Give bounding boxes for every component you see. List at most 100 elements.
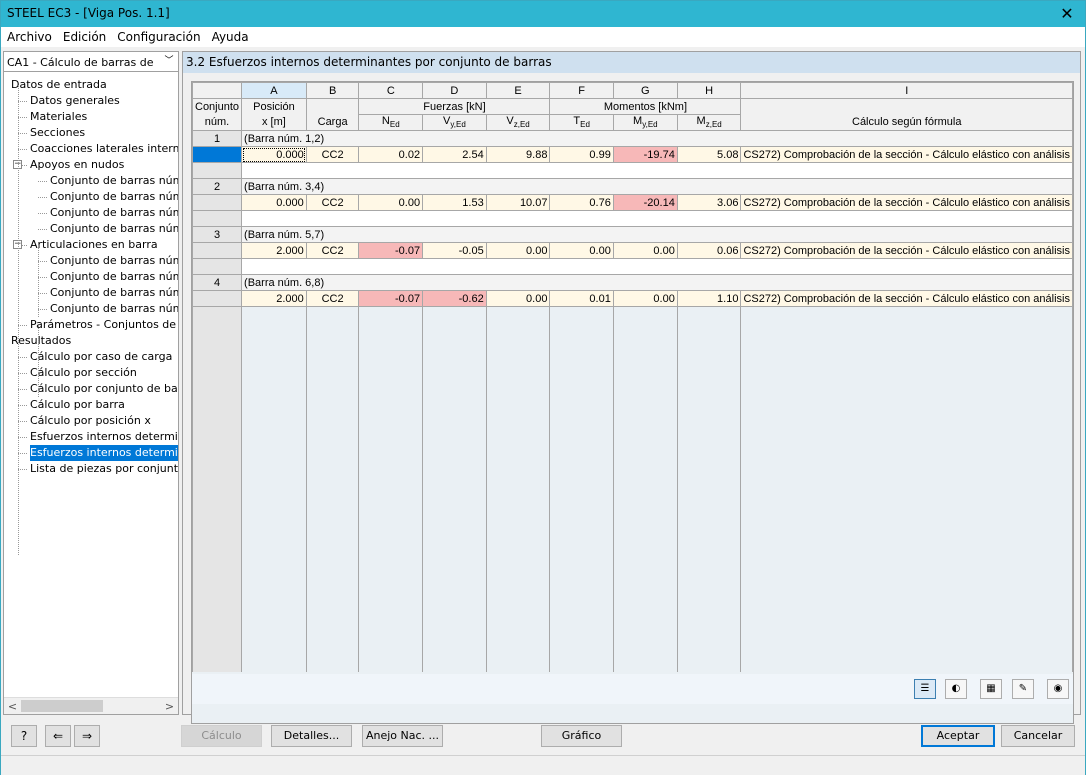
tree-item[interactable]: Conjunto de barras núm. 2 [50, 269, 178, 285]
tree-item[interactable]: Conjunto de barras núm. 1 [50, 173, 178, 189]
accept-button[interactable]: Aceptar [921, 725, 995, 747]
tree-item[interactable]: Resultados [11, 333, 71, 349]
tree-item[interactable]: Datos de entrada [11, 77, 107, 93]
select-pointer-icon[interactable]: ✎ [1012, 679, 1034, 699]
cell-my[interactable]: -20.14 [612, 194, 678, 211]
tree-horizontal-scrollbar[interactable]: < > [4, 697, 178, 714]
cell-load[interactable]: CC2 [305, 146, 360, 163]
excel-export-icon[interactable]: ▦ [980, 679, 1002, 699]
cell-n[interactable]: 0.02 [358, 146, 424, 163]
col-letter-h[interactable]: H [676, 82, 742, 99]
table-row[interactable]: 0.000 CC2 0.02 2.54 9.88 0.99 -19.74 5.08 CS272)… [192, 146, 1073, 163]
cell-t[interactable]: 0.76 [549, 194, 614, 211]
row-header[interactable] [192, 146, 243, 163]
cell-my[interactable]: 0.00 [612, 290, 678, 307]
tree-item[interactable]: Conjunto de barras núm. 2 [50, 189, 178, 205]
case-select[interactable]: CA1 - Cálculo de barras de acero ﹀ [4, 52, 178, 72]
row-header[interactable] [192, 290, 243, 307]
table-row[interactable]: 2.000 CC2 -0.07 -0.05 0.00 0.00 0.00 0.06 CS272)… [192, 242, 1073, 259]
cell-my[interactable]: -19.74 [612, 146, 678, 163]
national-annex-button[interactable]: Anejo Nac. ... [362, 725, 443, 747]
cell-n[interactable]: -0.07 [358, 242, 424, 259]
cell-load[interactable]: CC2 [305, 194, 360, 211]
tree-item[interactable]: Apoyos en nudos [30, 157, 124, 173]
tree-item[interactable]: Cálculo por barra [30, 397, 125, 413]
calculate-button[interactable]: Cálculo [181, 725, 262, 747]
cell-load[interactable]: CC2 [305, 242, 360, 259]
cell-vy[interactable]: -0.62 [422, 290, 487, 307]
scroll-left-icon[interactable]: < [5, 699, 20, 714]
row-header[interactable] [192, 242, 243, 259]
tree-item[interactable]: Esfuerzos internos determinantes por con… [30, 445, 178, 461]
scrollbar-thumb[interactable] [21, 700, 103, 712]
cell-my[interactable]: 0.00 [612, 242, 678, 259]
cell-position[interactable]: 2.000 [241, 290, 307, 307]
tree-item[interactable]: Cálculo por sección [30, 365, 137, 381]
cell-t[interactable]: 0.01 [549, 290, 614, 307]
chevron-down-icon[interactable]: ﹀ [162, 54, 176, 68]
cell-formula[interactable]: CS272) Comprobación de la sección - Cálc… [740, 242, 1073, 259]
col-letter-f[interactable]: F [549, 82, 614, 99]
cell-vz[interactable]: 10.07 [485, 194, 551, 211]
cell-t[interactable]: 0.00 [549, 242, 614, 259]
tree-item[interactable]: Cálculo por caso de carga [30, 349, 172, 365]
cell-n[interactable]: -0.07 [358, 290, 424, 307]
details-button[interactable]: Detalles... [271, 725, 352, 747]
tree-item[interactable]: Cálculo por posición x [30, 413, 151, 429]
col-letter-e[interactable]: E [485, 82, 551, 99]
cell-formula[interactable]: CS272) Comprobación de la sección - Cálc… [740, 146, 1073, 163]
next-icon[interactable]: ⇒ [74, 725, 100, 747]
tree-item[interactable]: Conjunto de barras núm. 1 [50, 253, 178, 269]
view-eye-icon[interactable]: ◉ [1047, 679, 1069, 699]
cell-position[interactable]: 0.000 [241, 146, 307, 163]
menu-ayuda[interactable]: Ayuda [206, 27, 254, 44]
tree-item[interactable]: Conjunto de barras núm. 4 [50, 221, 178, 237]
cell-vz[interactable]: 0.00 [485, 242, 551, 259]
col-letter-a[interactable]: A [241, 82, 307, 99]
tree-item[interactable]: Conjunto de barras núm. 3 [50, 205, 178, 221]
tree-item[interactable]: Conjunto de barras núm. 3 [50, 285, 178, 301]
scroll-right-icon[interactable]: > [162, 699, 177, 714]
cell-n[interactable]: 0.00 [358, 194, 424, 211]
menu-archivo[interactable]: Archivo [1, 27, 57, 44]
cell-position[interactable]: 2.000 [241, 242, 307, 259]
cell-formula[interactable]: CS272) Comprobación de la sección - Cálc… [740, 290, 1073, 307]
tree-item[interactable]: Cálculo por conjunto de barras [30, 381, 178, 397]
cell-vz[interactable]: 0.00 [485, 290, 551, 307]
tree-item[interactable]: Esfuerzos internos determinantes por bar… [30, 429, 178, 445]
cell-vy[interactable]: 1.53 [422, 194, 487, 211]
cell-mz[interactable]: 5.08 [676, 146, 742, 163]
tree-item[interactable]: Coacciones laterales intermedias [30, 141, 178, 157]
help-icon[interactable]: ? [11, 725, 37, 747]
col-letter-c[interactable]: C [358, 82, 424, 99]
graphic-button[interactable]: Gráfico [541, 725, 622, 747]
tree-item[interactable]: Materiales [30, 109, 87, 125]
menu-configuracion[interactable]: Configuración [111, 27, 205, 44]
menu-edicion[interactable]: Edición [57, 27, 111, 44]
cell-formula[interactable]: CS272) Comprobación de la sección - Cálc… [740, 194, 1073, 211]
tree-item[interactable]: Secciones [30, 125, 85, 141]
tree-item[interactable]: Conjunto de barras núm. 4 [50, 301, 178, 317]
table-row[interactable]: 2.000 CC2 -0.07 -0.62 0.00 0.01 0.00 1.10 CS272)… [192, 290, 1073, 307]
col-letter-b[interactable]: B [305, 82, 360, 99]
col-letter-d[interactable]: D [422, 82, 487, 99]
col-letter-i[interactable]: I [740, 82, 1073, 99]
cell-mz[interactable]: 1.10 [676, 290, 742, 307]
col-letter-g[interactable]: G [612, 82, 678, 99]
table-row[interactable]: 0.000 CC2 0.00 1.53 10.07 0.76 -20.14 3.06 CS272… [192, 194, 1073, 211]
cell-vy[interactable]: -0.05 [422, 242, 487, 259]
cell-t[interactable]: 0.99 [549, 146, 614, 163]
previous-icon[interactable]: ⇐ [45, 725, 71, 747]
close-icon[interactable]: ✕ [1057, 4, 1077, 24]
row-header[interactable] [192, 194, 243, 211]
tree-item[interactable]: Articulaciones en barra [30, 237, 158, 253]
filter-icon[interactable]: ☰ [914, 679, 936, 699]
tree-item[interactable]: Datos generales [30, 93, 120, 109]
cell-load[interactable]: CC2 [305, 290, 360, 307]
cancel-button[interactable]: Cancelar [1001, 725, 1075, 747]
cell-mz[interactable]: 3.06 [676, 194, 742, 211]
tree-item[interactable]: Lista de piezas por conjunto de barras [30, 461, 178, 477]
cell-position[interactable]: 0.000 [241, 194, 307, 211]
cell-vz[interactable]: 9.88 [485, 146, 551, 163]
tree-item[interactable]: Parámetros - Conjuntos de barras [30, 317, 178, 333]
